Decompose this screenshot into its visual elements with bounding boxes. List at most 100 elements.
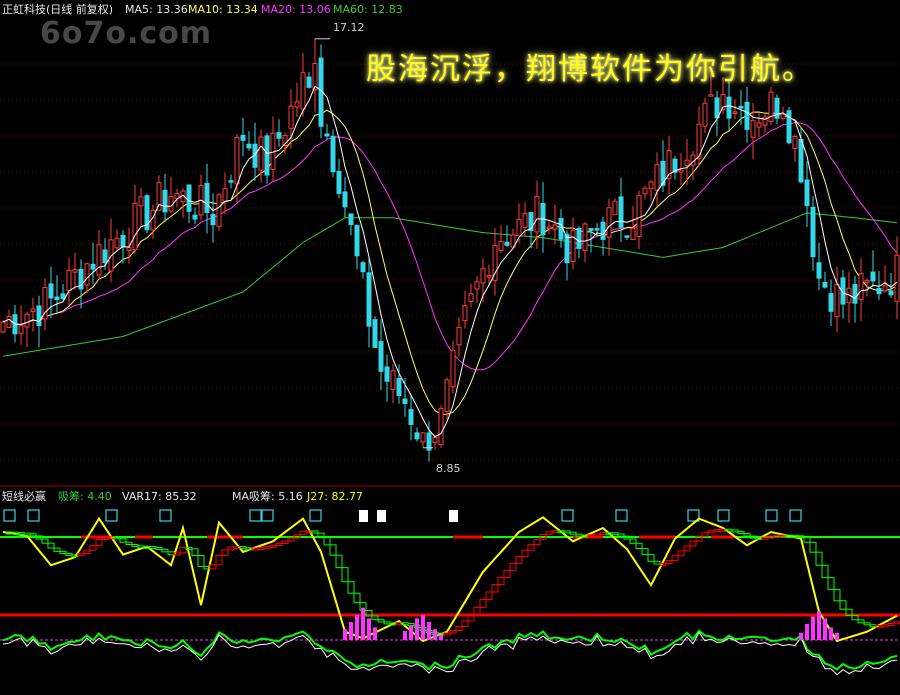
candle-body: [606, 207, 612, 238]
ladder-step: [503, 569, 511, 578]
candle-body: [444, 379, 450, 413]
candle-body: [756, 122, 762, 128]
ma10-path: [2, 109, 898, 415]
ladder-step: [479, 599, 487, 608]
ladder-step: [209, 564, 217, 570]
xichou-bar: [829, 627, 833, 640]
candle-body: [582, 223, 588, 252]
xichou-bar: [835, 632, 839, 640]
ladder-step: [617, 533, 625, 537]
ladder-step: [881, 624, 889, 628]
ladder-step: [125, 541, 133, 545]
candle-body: [96, 244, 102, 276]
candle-body: [438, 408, 444, 446]
ladder-step: [599, 532, 607, 536]
low-label: 8.85: [436, 462, 461, 475]
candle-body: [324, 133, 330, 137]
lower-white-line: [2, 631, 898, 676]
candle-body: [216, 194, 222, 227]
ladder-step: [629, 538, 637, 544]
sub-header-title: 短线必赢: [2, 490, 46, 503]
ladder-step: [509, 562, 517, 571]
candle-body: [456, 326, 462, 346]
candle-body: [396, 377, 402, 397]
candle-body: [414, 432, 420, 440]
candle-body: [774, 97, 780, 119]
candle-body: [552, 224, 558, 230]
candle-body: [72, 268, 78, 273]
candle-body: [636, 195, 642, 237]
slogan: 股海沉浮，翔博软件为你引航。: [366, 52, 814, 87]
ladder-step: [743, 532, 751, 537]
candle-body: [792, 135, 798, 150]
candle-body: [264, 135, 270, 176]
candle-body: [888, 290, 894, 296]
candle-body: [834, 283, 840, 318]
ladder-step: [371, 615, 379, 621]
ladder-step: [155, 547, 163, 551]
candle-body: [576, 227, 582, 249]
ladder-step: [497, 576, 505, 586]
ladder-step: [221, 549, 229, 557]
ladder-step: [809, 541, 817, 553]
signal-box: [309, 509, 322, 522]
candle-body: [732, 111, 738, 114]
signal-box: [27, 509, 40, 522]
ladder-step: [593, 533, 601, 537]
ladder-step: [383, 621, 391, 625]
candle-body: [432, 436, 438, 443]
candle-body: [156, 182, 162, 211]
ladder-step: [839, 600, 847, 610]
ladder-step: [485, 591, 493, 601]
candle-body: [54, 296, 60, 300]
ma5-path: [2, 85, 898, 438]
candle-body: [240, 134, 246, 141]
ladder-step: [257, 547, 265, 551]
ladder-step: [29, 533, 37, 537]
ladder-step: [887, 622, 895, 626]
candle-body: [132, 202, 138, 251]
candle-body: [624, 235, 630, 238]
candle-body: [570, 230, 576, 263]
candle-body: [186, 184, 192, 212]
candle-body: [480, 268, 486, 284]
signal-box: [717, 509, 730, 522]
ladder-step: [857, 619, 865, 624]
candle-body: [114, 237, 120, 249]
ladder-step: [707, 530, 715, 534]
high-label: 17.12: [333, 21, 365, 34]
candle-body: [102, 249, 108, 264]
ladder-step: [227, 546, 235, 551]
ma60-legend: MA60: 12.83: [333, 3, 403, 16]
signal-box: [765, 509, 778, 522]
candle-body: [276, 132, 282, 139]
candle-body: [708, 94, 714, 97]
candle-body: [60, 293, 66, 300]
candle-body: [300, 72, 306, 110]
ladder-step: [449, 630, 457, 634]
candle-body: [594, 228, 600, 231]
signal-box: [105, 509, 118, 522]
ladder-step: [533, 538, 541, 546]
candle-body: [498, 240, 504, 252]
ladder-step: [263, 546, 271, 550]
ladder-step: [443, 632, 451, 636]
candle-body: [678, 169, 684, 173]
candle-body: [564, 233, 570, 264]
ladder-step: [545, 531, 553, 536]
candle-body: [168, 196, 174, 212]
candle-body: [294, 101, 300, 108]
candle-body: [210, 213, 216, 226]
ladder-step: [299, 530, 307, 536]
ladder-step: [53, 547, 61, 552]
ladder-step: [83, 549, 91, 555]
ladder-step: [863, 622, 871, 626]
candle-body: [642, 187, 648, 195]
ladder-step: [527, 544, 535, 551]
ladder-step: [731, 529, 739, 533]
xichou-bar: [403, 631, 407, 640]
ladder-step: [647, 554, 655, 562]
candle-body: [630, 227, 636, 241]
candle-body: [372, 319, 378, 348]
ladder-step: [641, 548, 649, 556]
